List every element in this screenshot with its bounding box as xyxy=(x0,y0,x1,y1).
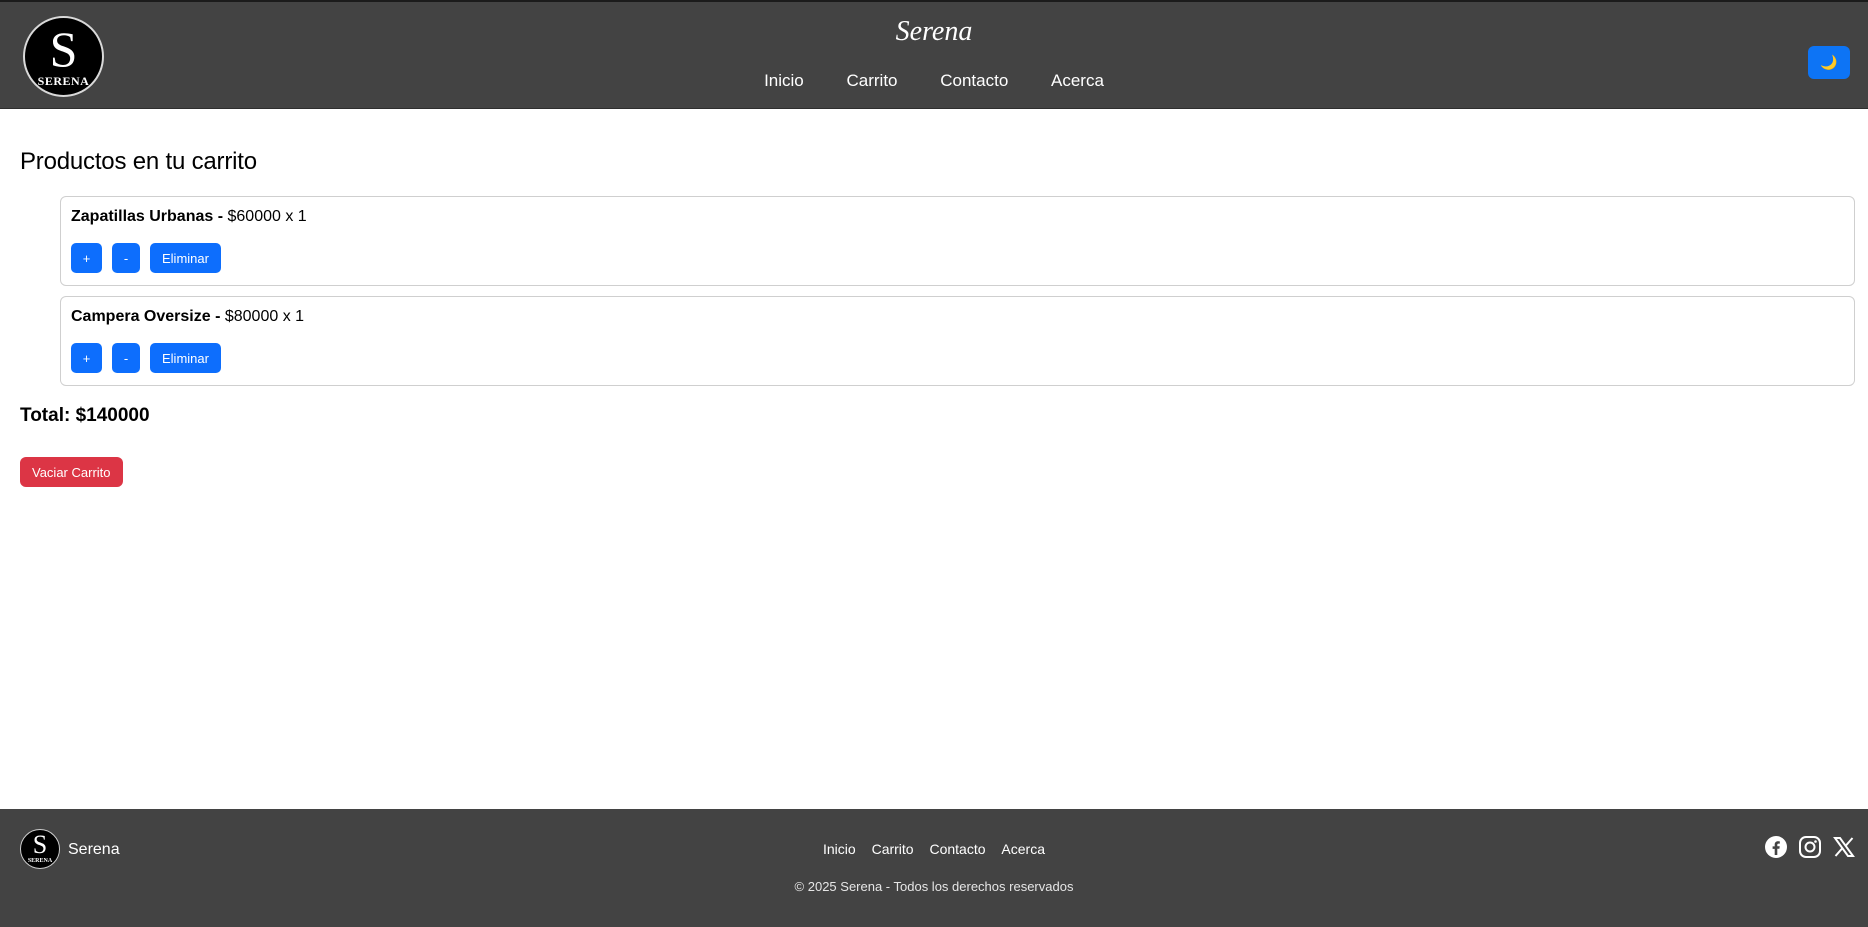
cart-item-info: Zapatillas Urbanas - $60000 x 1 xyxy=(71,208,1844,226)
copyright-text: © 2025 Serena - Todos los derechos reser… xyxy=(794,879,1074,894)
instagram-icon[interactable] xyxy=(1798,835,1822,859)
brand-title: Serena xyxy=(895,16,973,47)
x-icon[interactable] xyxy=(1832,835,1856,859)
cart-total: Total: $140000 xyxy=(20,405,150,426)
footer-link-carrito[interactable]: Carrito xyxy=(872,841,914,857)
cart-item-separator: - xyxy=(210,308,225,325)
footer-nav: Inicio Carrito Contacto Acerca xyxy=(0,841,1868,857)
nav-link-inicio[interactable]: Inicio xyxy=(764,71,804,91)
cart-item-separator: - xyxy=(213,208,228,225)
cart-item: Campera Oversize - $80000 x 1 + - Elimin… xyxy=(60,296,1855,386)
cart-item-name: Zapatillas Urbanas xyxy=(71,208,214,225)
footer-link-inicio[interactable]: Inicio xyxy=(823,841,856,857)
nav-link-carrito[interactable]: Carrito xyxy=(846,71,897,91)
cart-item-actions: + - Eliminar xyxy=(71,243,1844,273)
remove-item-button[interactable]: Eliminar xyxy=(150,343,221,373)
nav-link-contacto[interactable]: Contacto xyxy=(940,71,1008,91)
increase-quantity-button[interactable]: + xyxy=(71,243,102,273)
cart-item-price-qty: $80000 x 1 xyxy=(224,308,305,325)
main-nav: Inicio Carrito Contacto Acerca xyxy=(0,71,1868,91)
increase-quantity-button[interactable]: + xyxy=(71,343,102,373)
footer-link-acerca[interactable]: Acerca xyxy=(1001,841,1045,857)
footer-logo-text: SERENA xyxy=(27,858,53,864)
moon-icon: 🌙 xyxy=(1820,54,1838,70)
clear-cart-button[interactable]: Vaciar Carrito xyxy=(20,457,123,487)
page-title: Productos en tu carrito xyxy=(20,148,257,175)
remove-item-button[interactable]: Eliminar xyxy=(150,243,221,273)
footer-link-contacto[interactable]: Contacto xyxy=(929,841,985,857)
social-links xyxy=(1764,835,1856,859)
site-footer: S SERENA Serena Inicio Carrito Contacto … xyxy=(0,809,1868,927)
cart-item-price-qty: $60000 x 1 xyxy=(227,208,307,225)
theme-toggle-button[interactable]: 🌙 xyxy=(1808,46,1850,79)
cart-list: Zapatillas Urbanas - $60000 x 1 + - Elim… xyxy=(60,196,1855,396)
decrease-quantity-button[interactable]: - xyxy=(112,343,140,373)
cart-item-name: Campera Oversize xyxy=(71,308,211,325)
cart-item: Zapatillas Urbanas - $60000 x 1 + - Elim… xyxy=(60,196,1855,286)
nav-link-acerca[interactable]: Acerca xyxy=(1051,71,1104,91)
decrease-quantity-button[interactable]: - xyxy=(112,243,140,273)
cart-item-info: Campera Oversize - $80000 x 1 xyxy=(71,308,1844,326)
cart-item-actions: + - Eliminar xyxy=(71,343,1844,373)
site-header: S SERENA Serena Inicio Carrito Contacto … xyxy=(0,0,1868,109)
facebook-icon[interactable] xyxy=(1764,835,1788,859)
